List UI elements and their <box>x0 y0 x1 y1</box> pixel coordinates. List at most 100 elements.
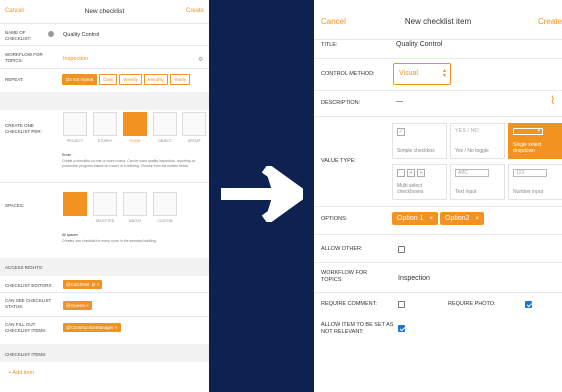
spaces-desc: Creates one checklist for every room in … <box>62 239 157 243</box>
repeat-option[interactable]: Weekly <box>119 74 142 85</box>
tag-text: @Guests <box>66 303 85 308</box>
group-tile[interactable] <box>182 112 206 136</box>
text-badge: ABC <box>455 169 489 177</box>
require-comment-checkbox[interactable] <box>398 301 405 308</box>
add-item-button[interactable]: + Add item <box>8 370 34 376</box>
require-photo-checkbox[interactable] <box>525 301 532 308</box>
spaces-desc-title: All spaces <box>62 233 78 237</box>
name-label: NAME OF CHECKLIST: <box>5 30 32 41</box>
create-button[interactable]: Create <box>538 17 562 26</box>
create-per-desc-title: Room <box>62 153 72 157</box>
spaces-selected-tile[interactable] <box>93 192 117 216</box>
access-header-bar: ACCESS RIGHTS: <box>0 258 209 276</box>
value-type-label: Single select dropdown <box>513 142 542 154</box>
text-input-type[interactable]: ABC Text input <box>450 164 505 200</box>
workflow-field[interactable]: Inspection <box>398 275 430 282</box>
method-value: Visual <box>399 70 418 77</box>
description-field[interactable]: — <box>396 98 403 105</box>
spaces-label: SPACES: <box>5 203 25 208</box>
object-tile[interactable] <box>153 112 177 136</box>
require-photo-label: REQUIRE PHOTO: <box>448 301 496 307</box>
description-label: DESCRIPTION: <box>321 100 361 106</box>
value-type-label: Multi select checkboxes <box>397 183 424 195</box>
project-tile[interactable] <box>63 112 87 136</box>
status-tag[interactable]: @Guests × <box>63 301 92 310</box>
tile-label: ROOM <box>129 139 141 143</box>
yes-no-type[interactable]: YES / NO Yes / No toggle <box>450 123 505 159</box>
left-header: Cancel New checklist Create <box>0 0 209 24</box>
paperclip-icon[interactable]: ⌇ <box>550 94 555 107</box>
not-relevant-checkbox[interactable] <box>398 325 405 332</box>
repeat-selector: Do not repeat Daily Weekly Monthly Yearl… <box>62 74 192 85</box>
options-label: OPTIONS: <box>321 216 348 222</box>
gear-icon[interactable]: ⚙ <box>198 56 203 63</box>
workflow-label: WORKFLOW FOR TOPICS: <box>321 270 368 283</box>
checkbox-x-icon: × <box>407 169 415 177</box>
method-label: CONTROL METHOD: <box>321 71 375 77</box>
title-field[interactable]: Quality Control <box>396 41 442 48</box>
workflow-field[interactable]: Inspection <box>63 56 88 62</box>
tile-label: OBJECT <box>158 139 172 143</box>
tile-label: CUSTOM <box>157 219 173 223</box>
new-checklist-item-panel: Cancel New checklist item Create TITLE: … <box>314 0 562 392</box>
allow-other-label: ALLOW OTHER: <box>321 246 363 252</box>
checkbox-x-icon: × <box>417 169 425 177</box>
tile-label: GROUP <box>187 139 201 143</box>
option-text: Option2 <box>445 215 470 222</box>
allow-other-checkbox[interactable] <box>398 246 405 253</box>
repeat-option[interactable]: Yearly <box>169 74 191 85</box>
tile-label: ALL <box>71 217 79 221</box>
storey-tile[interactable] <box>93 112 117 136</box>
divider <box>0 292 209 293</box>
single-select-type[interactable]: ▾ Single select dropdown <box>508 123 562 159</box>
spaces-match-tile[interactable] <box>123 192 147 216</box>
remove-icon[interactable]: × <box>429 216 433 222</box>
arrow-right-icon <box>221 166 303 222</box>
remove-icon[interactable]: × <box>97 282 100 287</box>
tile-label: MATCH <box>128 219 142 223</box>
remove-icon[interactable]: × <box>476 216 480 222</box>
dropdown-icon: ▾ <box>513 128 543 135</box>
method-dropdown[interactable]: Visual ▴ ▾ <box>393 63 451 85</box>
divider <box>0 182 209 183</box>
remove-icon[interactable]: × <box>86 303 89 308</box>
tag-text: @CatchNet pl <box>66 282 96 287</box>
divider <box>314 206 562 207</box>
spaces-all-tile[interactable] <box>63 192 87 216</box>
divider <box>314 292 562 293</box>
value-type-label: Text input <box>455 189 477 195</box>
divider <box>314 234 562 235</box>
divider <box>0 316 209 317</box>
not-relevant-label: ALLOW ITEM TO BE SET AS NOT RELEVANT: <box>321 322 394 335</box>
info-icon[interactable] <box>48 31 54 37</box>
number-badge: 123 <box>513 169 547 177</box>
repeat-option[interactable]: Monthly <box>143 74 168 85</box>
title-label: TITLE: <box>321 42 338 48</box>
editors-tag[interactable]: @CatchNet pl × <box>63 280 103 289</box>
access-header: ACCESS RIGHTS: <box>5 265 44 270</box>
right-header: Cancel New checklist item Create <box>314 0 562 40</box>
yes-no-badge: YES / NO <box>455 128 479 134</box>
items-header-bar: CHECKLIST ITEMS: <box>0 344 209 362</box>
fill-tag[interactable]: @ConstructionManager × <box>63 323 121 332</box>
multi-select-type[interactable]: × × Multi select checkboxes <box>392 164 447 200</box>
checkbox-icon: ✓ <box>397 128 405 136</box>
name-field[interactable]: Quality Control <box>63 32 99 38</box>
room-tile[interactable] <box>123 112 147 136</box>
tag-text: @ConstructionManager <box>66 325 114 330</box>
option-text: Option 1 <box>397 215 424 222</box>
spaces-custom-tile[interactable] <box>153 192 177 216</box>
number-input-type[interactable]: 123 Number input <box>508 164 562 200</box>
repeat-option[interactable]: Do not repeat <box>62 74 98 85</box>
option-chip[interactable]: Option2 × <box>440 212 485 225</box>
repeat-option[interactable]: Daily <box>99 74 118 85</box>
items-header: CHECKLIST ITEMS: <box>5 352 47 357</box>
workflow-label: WORKFLOW FOR TOPICS: <box>5 52 43 63</box>
option-chip[interactable]: Option 1 × <box>392 212 438 225</box>
create-button[interactable]: Create <box>186 8 204 14</box>
checkbox-icon <box>397 169 405 177</box>
remove-icon[interactable]: × <box>115 325 118 330</box>
simple-checkbox-type[interactable]: ✓ Simple checkbox <box>392 123 447 159</box>
panel-title: New checklist <box>84 8 125 15</box>
divider <box>314 58 562 59</box>
